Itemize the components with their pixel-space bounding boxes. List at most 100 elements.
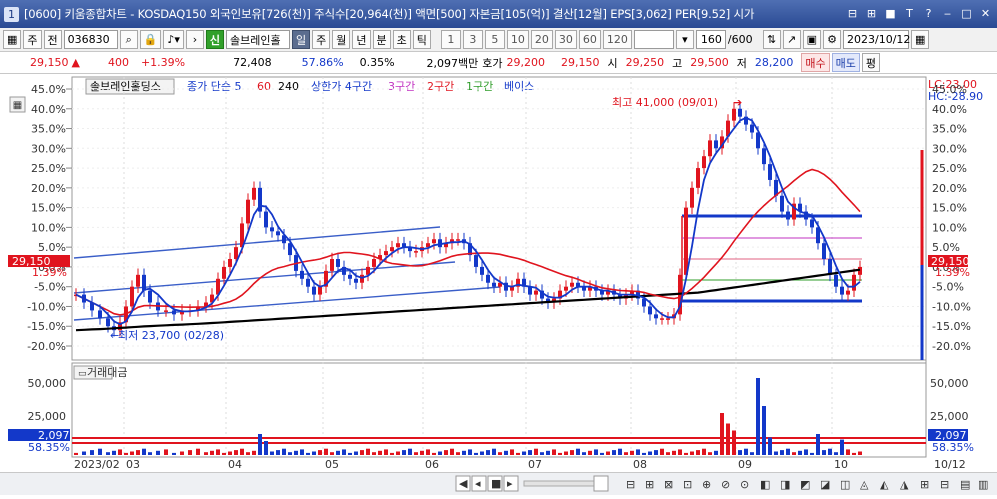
tool-icon-k[interactable]: ◬ — [860, 478, 869, 491]
add-icon[interactable]: ⊞ — [864, 5, 879, 21]
tab-second[interactable]: 초 — [392, 30, 411, 49]
tab-minute[interactable]: 분 — [372, 30, 391, 49]
interval-custom-input[interactable] — [633, 30, 674, 49]
lock-icon[interactable]: 🔒 — [139, 30, 162, 49]
volume-bar — [762, 406, 766, 455]
candle-body — [390, 247, 394, 252]
chart-area[interactable]: ▦ 솔브레인홀딩스 종가 단순 5 60 240 상한가 4구간 3구간 2구간… — [0, 75, 997, 495]
market-select[interactable]: 주 — [23, 30, 42, 49]
grid-icon[interactable]: ▦ — [3, 30, 22, 49]
tab-year[interactable]: 년 — [352, 30, 371, 49]
save-icon[interactable]: ▣ — [802, 30, 822, 49]
stop-icon: ■ — [491, 477, 501, 490]
volume-bar — [82, 451, 86, 455]
volume-bar — [540, 452, 544, 455]
volume-bar — [426, 449, 430, 455]
candle-body — [234, 247, 238, 260]
tool-icon-p[interactable]: ▤ — [960, 478, 970, 491]
bottom-scrollbar[interactable]: ◀ ◂ ■ ▸ ⊟ ⊞ ⊠ ⊡ ⊕ ⊘ ⊙ ◧ ◨ ◩ ◪ ◫ ◬ ◭ ◮ ⊞ … — [0, 472, 997, 495]
candle-body — [852, 274, 856, 291]
tool-icon-e[interactable]: ⊙ — [740, 478, 749, 491]
interval-120[interactable]: 120 — [602, 30, 632, 49]
speaker-icon[interactable]: ♪▾ — [163, 30, 184, 49]
candle-body — [106, 318, 110, 327]
volume-bar — [810, 452, 814, 455]
candle-body — [372, 259, 376, 267]
left-vol-pct: 58.35% — [28, 441, 70, 454]
close-icon[interactable]: ✕ — [978, 5, 993, 21]
legend-band1: 1구간 — [466, 80, 493, 93]
maximize-icon[interactable]: □ — [959, 5, 974, 21]
draw-tool-icon[interactable]: ↗ — [782, 30, 801, 49]
volume-bar — [402, 450, 406, 455]
left-toolstrip: ▦ — [9, 96, 26, 113]
volume-bar — [738, 450, 742, 455]
stock-name-field[interactable]: 솔브레인홀 — [226, 30, 291, 49]
tool-icon-f[interactable]: ◧ — [760, 478, 770, 491]
search-icon[interactable]: ⌕ — [119, 30, 138, 49]
tool-icon-b[interactable]: ⊡ — [683, 478, 692, 491]
help-icon[interactable]: ? — [921, 5, 936, 21]
tab-day[interactable]: 일 — [292, 30, 311, 49]
tool-icon-l[interactable]: ◭ — [880, 478, 889, 491]
tool-icon-i[interactable]: ◪ — [820, 478, 830, 491]
tool-icon-o[interactable]: ⊟ — [940, 478, 949, 491]
volume-bar — [534, 448, 538, 455]
tool-icon-j[interactable]: ◫ — [840, 478, 850, 491]
calendar-icon[interactable]: ▦ — [911, 30, 930, 49]
volume-bar — [444, 450, 448, 455]
volume-bar — [498, 452, 502, 455]
interval-10[interactable]: 10 — [506, 30, 529, 49]
settings-icon[interactable]: ⚙ — [823, 30, 842, 49]
tool-icon-m[interactable]: ◮ — [900, 478, 909, 491]
interval-60[interactable]: 60 — [578, 30, 601, 49]
count-input[interactable]: 160 — [695, 30, 726, 49]
stop-icon[interactable]: ■ — [883, 5, 898, 21]
price-chart[interactable]: ▦ 솔브레인홀딩스 종가 단순 5 60 240 상한가 4구간 3구간 2구간… — [0, 75, 997, 495]
tool-icon-d[interactable]: ⊘ — [721, 478, 730, 491]
tool-icon-a[interactable]: ⊠ — [664, 478, 673, 491]
candle-body — [708, 140, 712, 157]
date-input[interactable]: 2023/10/12 — [843, 30, 910, 49]
candle-body — [492, 282, 496, 287]
scroll-thumb[interactable] — [593, 475, 609, 492]
tab-week[interactable]: 주 — [312, 30, 331, 49]
interval-5[interactable]: 5 — [484, 30, 505, 49]
volume-bar — [180, 451, 184, 455]
zoom-out-icon[interactable]: ⊟ — [626, 478, 635, 491]
eval-button[interactable]: 평 — [861, 53, 881, 72]
tab-tick[interactable]: 틱 — [412, 30, 431, 49]
volume-bar — [468, 449, 472, 455]
minimize-icon[interactable]: ‒ — [940, 5, 955, 21]
interval-1[interactable]: 1 — [440, 30, 461, 49]
text-icon[interactable]: T — [902, 5, 917, 21]
next-icon: ▸ — [507, 477, 513, 490]
volume-bar — [136, 450, 140, 455]
prev-button[interactable]: 전 — [43, 30, 62, 49]
tool-icon-g[interactable]: ◨ — [780, 478, 790, 491]
link-icon[interactable]: ⊟ — [845, 5, 860, 21]
tool-icon-n[interactable]: ⊞ — [920, 478, 929, 491]
chevron-icon[interactable]: › — [185, 30, 204, 49]
scroll-track[interactable] — [523, 480, 605, 487]
right-tick: 25.0% — [932, 162, 967, 175]
zoom-in-icon[interactable]: ⊞ — [645, 478, 654, 491]
interval-20[interactable]: 20 — [530, 30, 553, 49]
candle-body — [696, 168, 700, 188]
chart-tool-icon[interactable]: ⇅ — [762, 30, 781, 49]
vol-tick-25000-right: 25,000 — [930, 410, 969, 423]
tab-month[interactable]: 월 — [332, 30, 351, 49]
left-tick: -20.0% — [27, 340, 66, 353]
sell-button[interactable]: 매도 — [831, 53, 860, 72]
candle-body — [270, 227, 274, 232]
tool-icon-c[interactable]: ⊕ — [702, 478, 711, 491]
tool-icon-q[interactable]: ▥ — [978, 478, 988, 491]
interval-30[interactable]: 30 — [554, 30, 577, 49]
volume-bar — [510, 449, 514, 455]
tool-icon-h[interactable]: ◩ — [800, 478, 810, 491]
buy-button[interactable]: 매수 — [801, 53, 830, 72]
code-input[interactable]: 036830 — [63, 30, 118, 49]
volume-bar — [164, 449, 168, 455]
interval-3[interactable]: 3 — [462, 30, 483, 49]
dropdown-icon[interactable]: ▾ — [675, 30, 694, 49]
